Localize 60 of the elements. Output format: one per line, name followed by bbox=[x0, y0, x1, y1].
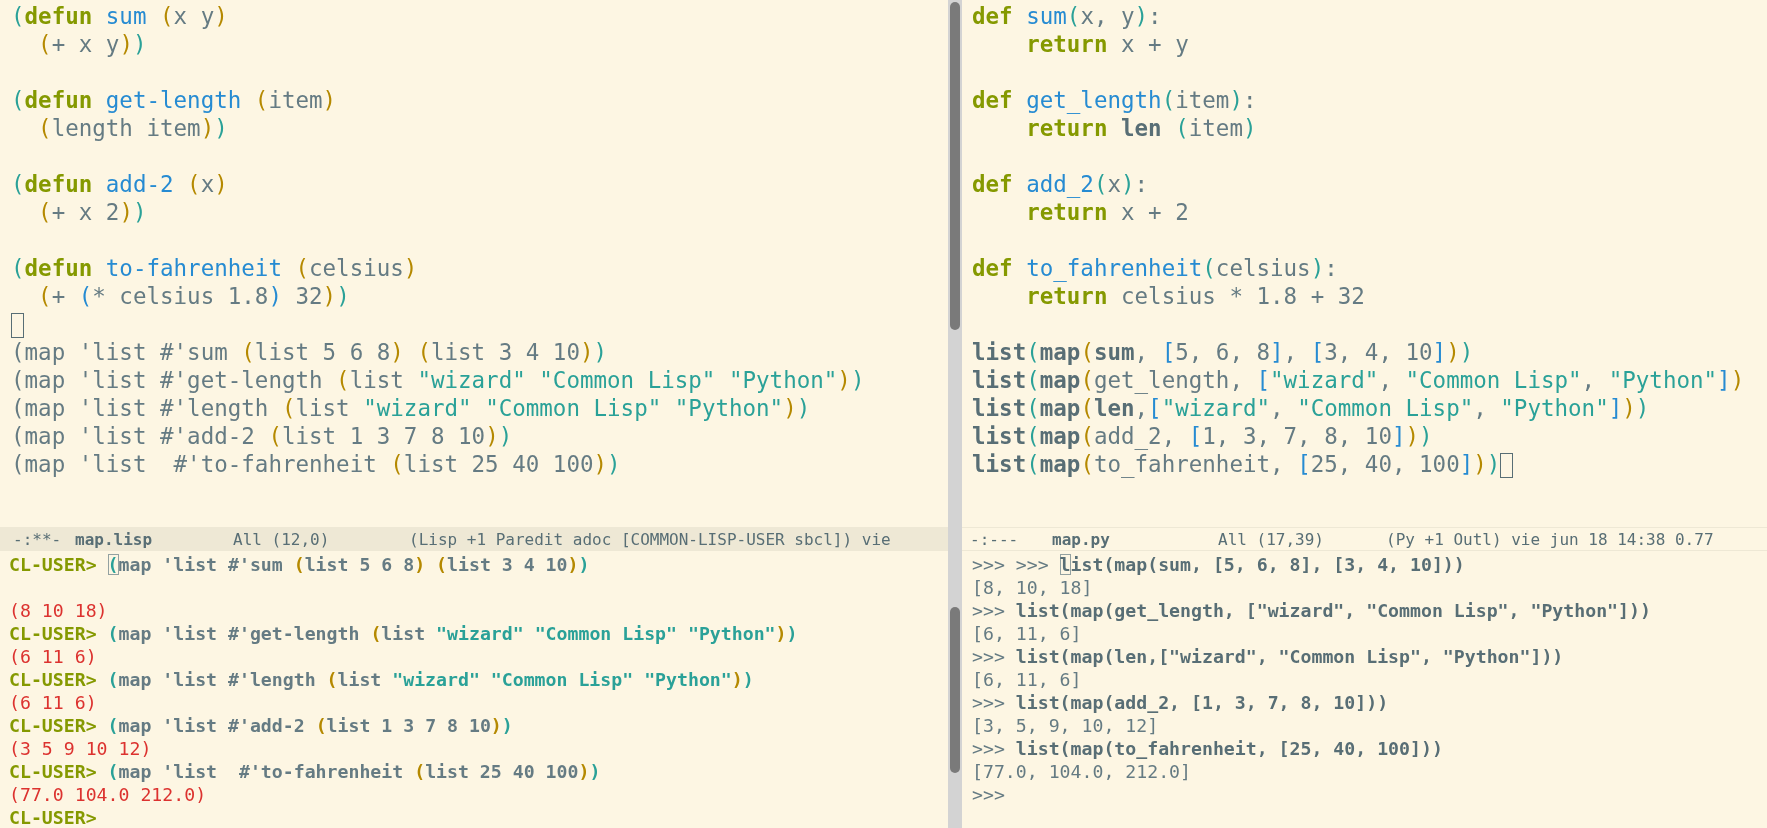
repl-line: CL-USER> bbox=[9, 806, 97, 828]
code-line: (+ x y)) bbox=[37, 30, 147, 58]
repl-line: CL-USER> (map 'list #'sum (list 5 6 8) (list 3 4 10)) bbox=[9, 553, 590, 576]
code-line: def sum(x, y): bbox=[972, 2, 1162, 30]
code-line: def get_length(item): bbox=[972, 86, 1257, 114]
code-line: list(map(sum, [5, 6, 8], [3, 4, 10])) bbox=[972, 338, 1474, 366]
code-line: list(map(add_2, [1, 3, 7, 8, 10])) bbox=[972, 422, 1433, 450]
code-line: (+ x 2)) bbox=[37, 198, 147, 226]
repl-line: >>> list(map(to_fahrenheit, [25, 40, 100])) bbox=[972, 737, 1443, 760]
repl-line: >>> list(map(add_2, [1, 3, 7, 8, 10])) bbox=[972, 691, 1389, 714]
code-line: (map 'list #'to-fahrenheit (list 25 40 100)) bbox=[11, 450, 621, 478]
buffer-name: map.lisp bbox=[75, 529, 154, 549]
repl-line: CL-USER> (map 'list #'get-length (list "wizard" "Common Lisp" "Python")) bbox=[9, 622, 798, 645]
code-line: (map 'list #'length (list "wizard" "Common Lisp" "Python")) bbox=[11, 394, 811, 422]
scrollbar[interactable] bbox=[948, 0, 962, 527]
mode-info: (Py +1 Outl) vie jun 18 14:38 0.77 bbox=[1386, 529, 1714, 549]
cursor-position: All (17,39) bbox=[1218, 529, 1325, 549]
repl-line: CL-USER> (map 'list #'add-2 (list 1 3 7 8 10)) bbox=[9, 714, 513, 737]
code-line: return x + 2 bbox=[1025, 198, 1189, 226]
code-line: (map 'list #'sum (list 5 6 8) (list 3 4 10)) bbox=[11, 338, 608, 366]
buffer-status: -:**- bbox=[13, 529, 63, 549]
buffer-status: -:--- bbox=[970, 529, 1020, 549]
repl-line: (8 10 18) bbox=[9, 599, 108, 622]
repl-line: (6 11 6) bbox=[9, 645, 97, 668]
code-line: def add_2(x): bbox=[972, 170, 1149, 198]
scrollbar-thumb[interactable] bbox=[950, 2, 960, 330]
code-line: list(map(get_length, ["wizard", "Common Lisp", "Python"]) bbox=[972, 366, 1745, 394]
code-line: list(map(len,["wizard", "Common Lisp", "Python"])) bbox=[972, 394, 1650, 422]
repl-line: CL-USER> (map 'list #'to-fahrenheit (list 25 40 100)) bbox=[9, 760, 601, 783]
buffer-name: map.py bbox=[1052, 529, 1111, 549]
text-cursor bbox=[11, 313, 24, 338]
code-line: (defun get-length (item) bbox=[11, 86, 337, 114]
cursor-position: All (12,0) bbox=[233, 529, 331, 549]
code-line: (map 'list #'add-2 (list 1 3 7 8 10)) bbox=[11, 422, 513, 450]
code-line: (+ (* celsius 1.8) 32)) bbox=[37, 282, 350, 310]
mode-info: (Lisp +1 Paredit adoc [COMMON-LISP-USER sbcl]) vie bbox=[409, 529, 891, 549]
code-line: (defun to-fahrenheit (celsius) bbox=[11, 254, 418, 282]
scrollbar-thumb[interactable] bbox=[950, 607, 960, 773]
code-line: (map 'list #'get-length (list "wizard" "Common Lisp" "Python")) bbox=[11, 366, 865, 394]
repl-line: [8, 10, 18] bbox=[972, 576, 1093, 599]
code-line: return celsius * 1.8 + 32 bbox=[1025, 282, 1365, 310]
code-line: (defun add-2 (x) bbox=[11, 170, 228, 198]
code-line: return len (item) bbox=[1025, 114, 1257, 142]
repl-line: (77.0 104.0 212.0) bbox=[9, 783, 207, 806]
code-line: (length item)) bbox=[37, 114, 228, 142]
repl-line: [6, 11, 6] bbox=[972, 622, 1082, 645]
scrollbar[interactable] bbox=[948, 551, 962, 828]
repl-line: [3, 5, 9, 10, 12] bbox=[972, 714, 1159, 737]
code-line: list(map(to_fahrenheit, [25, 40, 100])) bbox=[972, 450, 1514, 478]
code-line: (defun sum (x y) bbox=[11, 2, 228, 30]
repl-line: >>> list(map(get_length, ["wizard", "Common Lisp", "Python"])) bbox=[972, 599, 1651, 622]
repl-line: >>> list(map(len,["wizard", "Common Lisp", "Python"])) bbox=[972, 645, 1564, 668]
repl-line: >>> bbox=[972, 783, 1005, 806]
code-line: def to_fahrenheit(celsius): bbox=[972, 254, 1338, 282]
repl-line: CL-USER> (map 'list #'length (list "wizard" "Common Lisp" "Python")) bbox=[9, 668, 754, 691]
repl-line: [77.0, 104.0, 212.0] bbox=[972, 760, 1191, 783]
repl-line: [6, 11, 6] bbox=[972, 668, 1082, 691]
repl-line: (6 11 6) bbox=[9, 691, 97, 714]
repl-line: (3 5 9 10 12) bbox=[9, 737, 152, 760]
code-line: return x + y bbox=[1025, 30, 1189, 58]
